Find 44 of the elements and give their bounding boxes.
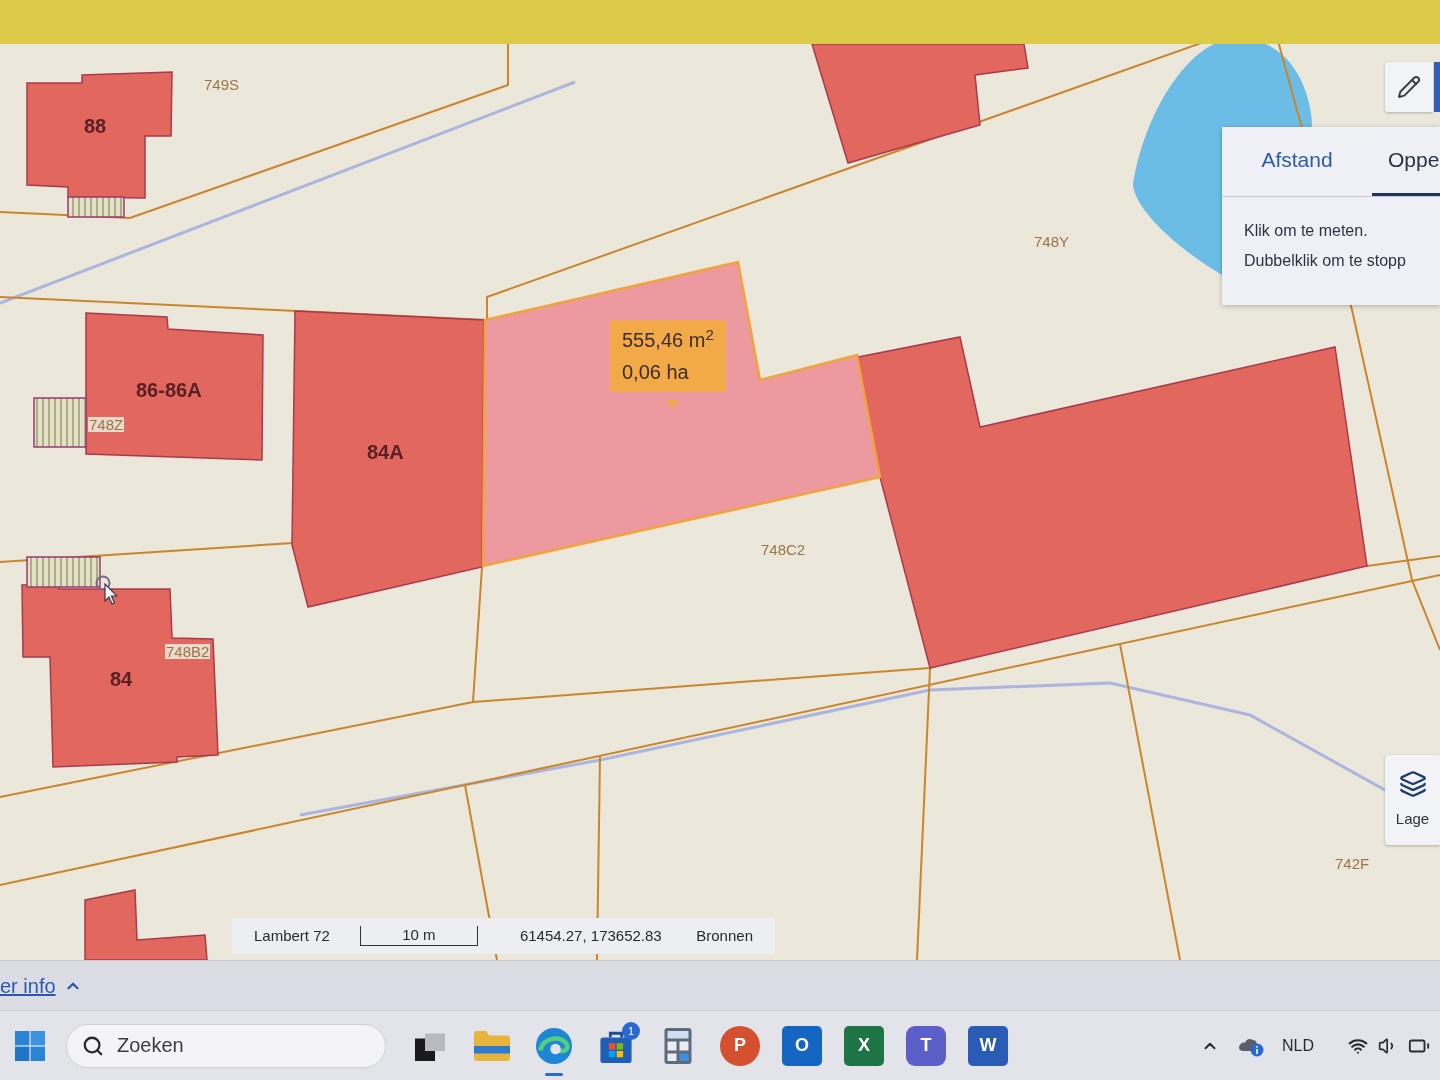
measure-tab[interactable]: Oppe	[1372, 127, 1440, 196]
parcel-number-label: 749S	[203, 77, 241, 92]
sources-button[interactable]: Bronnen	[696, 924, 753, 948]
spreadsheet-app-button[interactable]: X	[844, 1025, 884, 1066]
annex-footprint	[33, 397, 87, 448]
house-number-label: 86-86A	[136, 380, 202, 400]
snap-point-icon	[95, 575, 111, 591]
measure-tab[interactable]: Afstand	[1222, 127, 1372, 196]
edit-button[interactable]	[1385, 62, 1433, 112]
cursor-coordinates: 61454.27, 173652.83	[519, 925, 662, 946]
annex-footprint	[67, 196, 125, 218]
parcel-number-label: 748B2	[165, 644, 211, 659]
search-field[interactable]: Zoeken	[66, 1023, 386, 1068]
mouse-cursor-icon	[104, 583, 118, 605]
house-number-label: 88	[84, 116, 107, 136]
instruction-text: Klik om te meten.	[1244, 221, 1369, 241]
instruction-text: Dubbelklik om te stopp	[1244, 251, 1407, 271]
layers-icon	[1398, 769, 1427, 798]
input-language[interactable]: NLD	[1282, 1033, 1314, 1058]
parcel-number-label: 748Y	[1033, 234, 1071, 249]
projection-label: Lambert 72	[254, 925, 330, 946]
parcel-number-label: 742F	[1334, 856, 1371, 871]
notification-badge: 1	[622, 1021, 640, 1040]
document-app-button[interactable]: W	[968, 1025, 1008, 1066]
parcel-number-label: 748Z	[88, 417, 125, 432]
scale-bar: 10 m	[359, 926, 478, 946]
browser-swirl-icon	[536, 1027, 572, 1064]
presentation-app-button[interactable]: P	[720, 1025, 760, 1066]
layers-button[interactable]: Lage	[1385, 755, 1440, 845]
house-number-label: 84A	[367, 442, 404, 462]
calculator-icon	[664, 1027, 692, 1064]
tooltip-pointer	[665, 400, 679, 408]
search-icon	[82, 1034, 104, 1057]
mail-app-button[interactable]: O	[782, 1025, 822, 1066]
parcel-number-label: 748C2	[760, 542, 807, 557]
house-number-label: 84	[110, 669, 133, 689]
area-reading: 555,46 m$^{2}$	[622, 328, 714, 352]
pencil-icon	[1397, 75, 1421, 99]
folder-icon	[474, 1030, 510, 1061]
chat-app-button[interactable]: T	[906, 1025, 946, 1066]
windows-logo-icon	[15, 1030, 45, 1061]
more-info-link[interactable]: er info	[0, 970, 82, 1001]
store-app-button[interactable]: 1	[592, 1021, 640, 1070]
hectare-reading: 0,06 ha	[622, 360, 690, 384]
